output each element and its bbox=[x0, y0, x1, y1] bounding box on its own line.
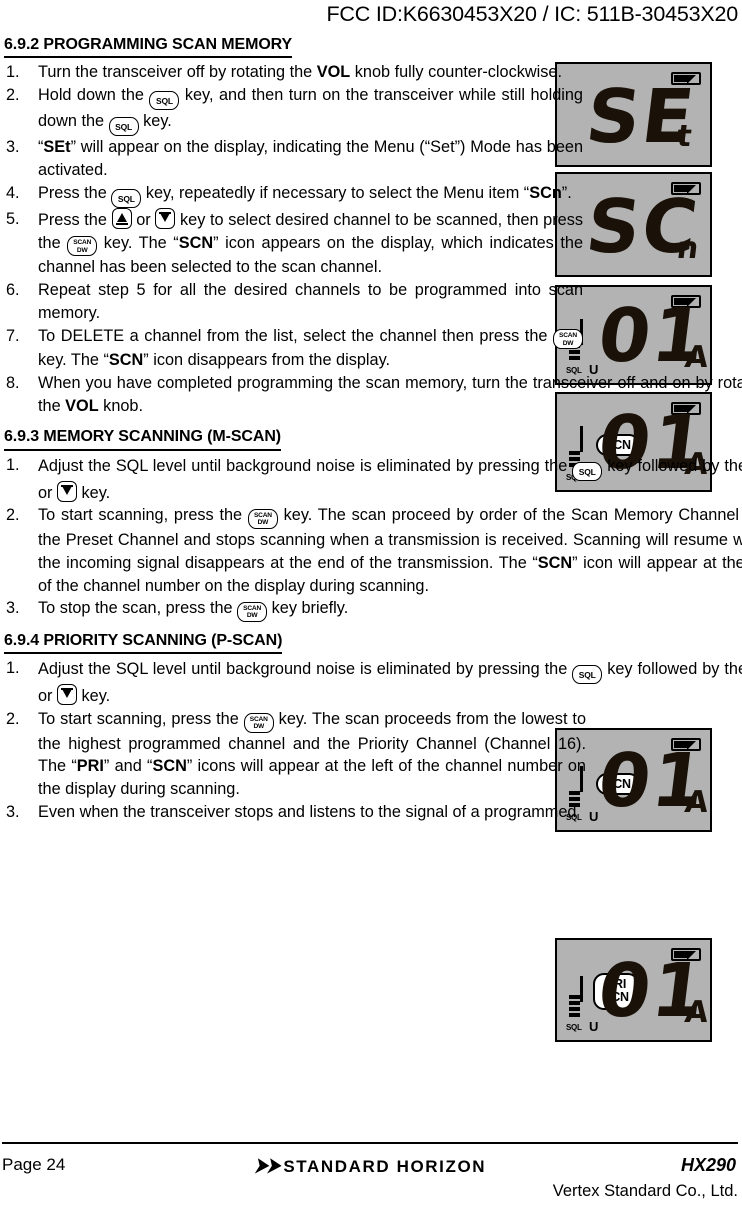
section-heading-693: 6.9.3 MEMORY SCANNING (M-SCAN) bbox=[4, 428, 281, 451]
scan-dw-key-icon: SCAN DW bbox=[67, 236, 98, 257]
scan-dw-key-icon: SCAN DW bbox=[243, 712, 274, 733]
step-item: 7. To DELETE a channel from the list, se… bbox=[4, 325, 583, 372]
step-item: 4. Press the SQL key, repeatedly if nece… bbox=[4, 182, 583, 209]
lcd-small-text: A bbox=[682, 995, 711, 1030]
step-text: When you have completed programming the … bbox=[38, 374, 742, 416]
step-text: Turn the transceiver off by rotating the… bbox=[38, 63, 562, 82]
step-item: 1. Turn the transceiver off by rotating … bbox=[4, 61, 583, 84]
step-item: 8. When you have completed programming t… bbox=[4, 372, 742, 418]
lcd-display-pscan: SQL U PRI SCN 01 A bbox=[555, 938, 712, 1042]
down-arrow-key-icon bbox=[57, 684, 78, 706]
step-number: 7. bbox=[6, 327, 20, 346]
step-text: To stop the scan, press the SCAN DW key b… bbox=[38, 599, 348, 622]
step-text: Hold down the SQL key, and then turn on … bbox=[38, 86, 583, 137]
meter-sql-label: SQL bbox=[566, 1023, 582, 1032]
step-item: 3. “SEt” will appear on the display, ind… bbox=[4, 136, 583, 182]
step-text: Adjust the SQL level until background no… bbox=[38, 660, 742, 706]
step-item: 5. Press the or key to select desired ch… bbox=[4, 208, 583, 279]
step-item: 6. Repeat step 5 for all the desired cha… bbox=[4, 279, 583, 325]
step-text: “SEt” will appear on the display, indica… bbox=[38, 138, 583, 180]
sql-key-icon: SQL bbox=[149, 91, 180, 111]
step-number: 1. bbox=[6, 455, 20, 474]
fcc-id-header: FCC ID:K6630453X20 / IC: 511B-30453X20 bbox=[326, 2, 738, 26]
steps-list-693: 1. Adjust the SQL level until background… bbox=[4, 454, 742, 622]
step-number: 2. bbox=[6, 86, 20, 105]
down-arrow-key-icon bbox=[57, 480, 78, 502]
sql-key-icon: SQL bbox=[108, 117, 139, 137]
scan-dw-key-icon: SCAN DW bbox=[553, 329, 583, 350]
step-number: 2. bbox=[6, 506, 20, 525]
step-item: 2. To start scanning, press the SCAN DW k… bbox=[4, 708, 586, 801]
document-content: 6.9.2 PROGRAMMING SCAN MEMORY 1. Turn th… bbox=[4, 36, 742, 824]
section-heading-694: 6.9.4 PRIORITY SCANNING (P-SCAN) bbox=[4, 632, 282, 655]
section-heading-693-wrap: 6.9.3 MEMORY SCANNING (M-SCAN) bbox=[4, 428, 738, 452]
meter-bars bbox=[569, 995, 580, 1019]
step-item: 2. Hold down the SQL key, and then turn … bbox=[4, 84, 583, 137]
step-text: Even when the transceiver stops and list… bbox=[38, 803, 577, 822]
step-text: Adjust the SQL level until background no… bbox=[38, 456, 742, 502]
page-footer: Page 24 ➤➤ STANDARD HORIZON HX290 bbox=[2, 1152, 738, 1182]
sql-key-icon: SQL bbox=[572, 461, 603, 481]
step-text: Press the or key to select desired chann… bbox=[38, 208, 583, 276]
steps-list-692: 1. Turn the transceiver off by rotating … bbox=[4, 61, 742, 418]
brand-name: STANDARD HORIZON bbox=[283, 1157, 487, 1176]
step-item: 1. Adjust the SQL level until background… bbox=[4, 657, 742, 708]
step-number: 1. bbox=[6, 63, 20, 82]
up-arrow-key-icon bbox=[111, 208, 132, 230]
sql-key-icon: SQL bbox=[111, 189, 142, 209]
page-number: Page 24 bbox=[2, 1155, 66, 1174]
step-number: 3. bbox=[6, 138, 20, 157]
step-number: 4. bbox=[6, 184, 20, 203]
step-item: 2. To start scanning, press the SCAN DW k… bbox=[4, 504, 742, 597]
sql-key-icon: SQL bbox=[572, 665, 603, 685]
scan-dw-key-icon: SCAN DW bbox=[247, 508, 278, 529]
step-item: 3. Even when the transceiver stops and l… bbox=[4, 801, 742, 824]
step-text: To start scanning, press the SCAN DW key.… bbox=[38, 506, 742, 595]
step-number: 3. bbox=[6, 599, 20, 618]
model-name: HX290 bbox=[680, 1155, 736, 1175]
section-heading-694-wrap: 6.9.4 PRIORITY SCANNING (P-SCAN) bbox=[4, 632, 738, 656]
company-name: Vertex Standard Co., Ltd. bbox=[552, 1182, 738, 1200]
step-item: 3. To stop the scan, press the SCAN DW ke… bbox=[4, 597, 742, 622]
step-text: To start scanning, press the SCAN DW key.… bbox=[38, 710, 586, 799]
step-text: Repeat step 5 for all the desired channe… bbox=[38, 281, 583, 323]
brand-mark-icon: ➤➤ bbox=[253, 1153, 280, 1178]
brand-logo: ➤➤ STANDARD HORIZON bbox=[253, 1153, 487, 1178]
footer-divider bbox=[2, 1142, 738, 1145]
step-number: 6. bbox=[6, 281, 20, 300]
step-number: 3. bbox=[6, 803, 20, 822]
step-item: 1. Adjust the SQL level until background… bbox=[4, 454, 742, 505]
step-number: 8. bbox=[6, 374, 20, 393]
down-arrow-key-icon bbox=[155, 208, 176, 230]
step-number: 5. bbox=[6, 210, 20, 229]
steps-list-694: 1. Adjust the SQL level until background… bbox=[4, 657, 742, 824]
step-number: 1. bbox=[6, 659, 20, 678]
section-heading-692: 6.9.2 PROGRAMMING SCAN MEMORY bbox=[4, 36, 292, 59]
step-text: To DELETE a channel from the list, selec… bbox=[38, 327, 583, 369]
step-number: 2. bbox=[6, 710, 20, 729]
meter-stem bbox=[580, 976, 583, 1002]
scan-dw-key-icon: SCAN DW bbox=[237, 601, 268, 622]
section-heading-692-wrap: 6.9.2 PROGRAMMING SCAN MEMORY bbox=[4, 36, 738, 60]
step-text: Press the SQL key, repeatedly if necessa… bbox=[38, 184, 572, 209]
